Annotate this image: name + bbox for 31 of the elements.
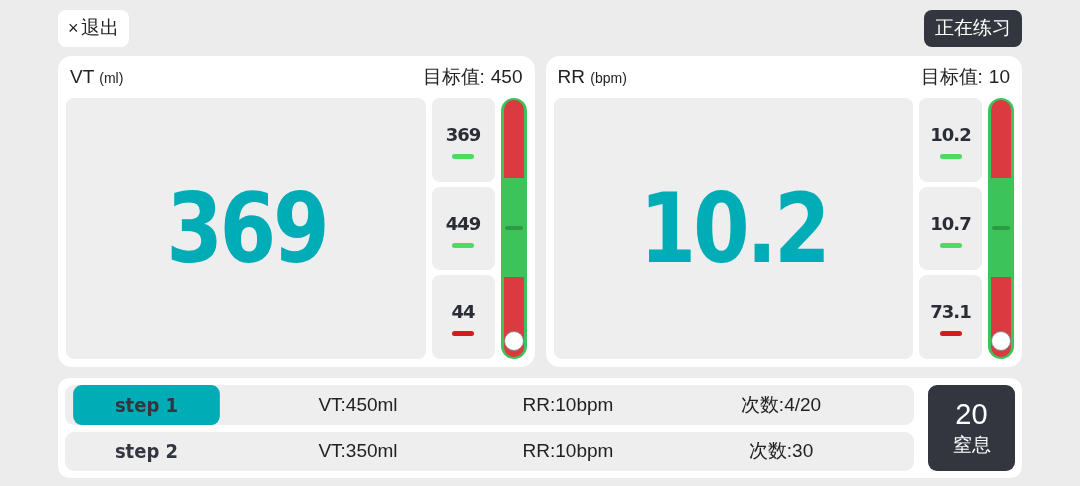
status-button[interactable]: 正在练习 [924,10,1022,47]
target-marker [504,225,523,230]
step-count: 次数:30 [747,439,815,463]
step-row[interactable]: step 2 VT:350ml RR:10bpm 次数:30 [65,431,914,471]
history-value: 449 [445,211,481,236]
close-icon: × [68,15,79,42]
metric-title: VT (ml) [70,64,124,89]
history-value: 10.2 [930,122,971,147]
step-label: step 1 [73,385,220,425]
metric-title: RR (bpm) [557,64,627,89]
apnea-value: 20 [955,396,988,431]
target-label: 目标值: [920,64,983,89]
exit-button[interactable]: ×退出 [58,10,129,47]
target-label: 目标值: [422,64,485,89]
current-value: 369 [165,171,326,287]
history-value: 10.7 [930,211,971,236]
target-value: 10 [988,64,1010,89]
history-value: 44 [451,300,475,325]
history-value: 73.1 [930,300,971,325]
step-rr: RR:10bpm [521,439,615,463]
step-vt: VT:450ml [317,392,399,417]
step-row[interactable]: step 1 VT:450ml RR:10bpm 次数:4/20 [65,385,914,425]
history-value: 369 [445,122,481,147]
step-rr: RR:10bpm [521,392,615,417]
target-marker [992,225,1010,230]
apnea-label: 窒息 [952,432,991,457]
step-vt: VT:350ml [317,439,399,463]
target-value: 450 [490,64,523,89]
step-label: step 2 [113,438,180,466]
current-value: 10.2 [639,171,828,287]
step-count: 次数:4/20 [739,392,823,417]
